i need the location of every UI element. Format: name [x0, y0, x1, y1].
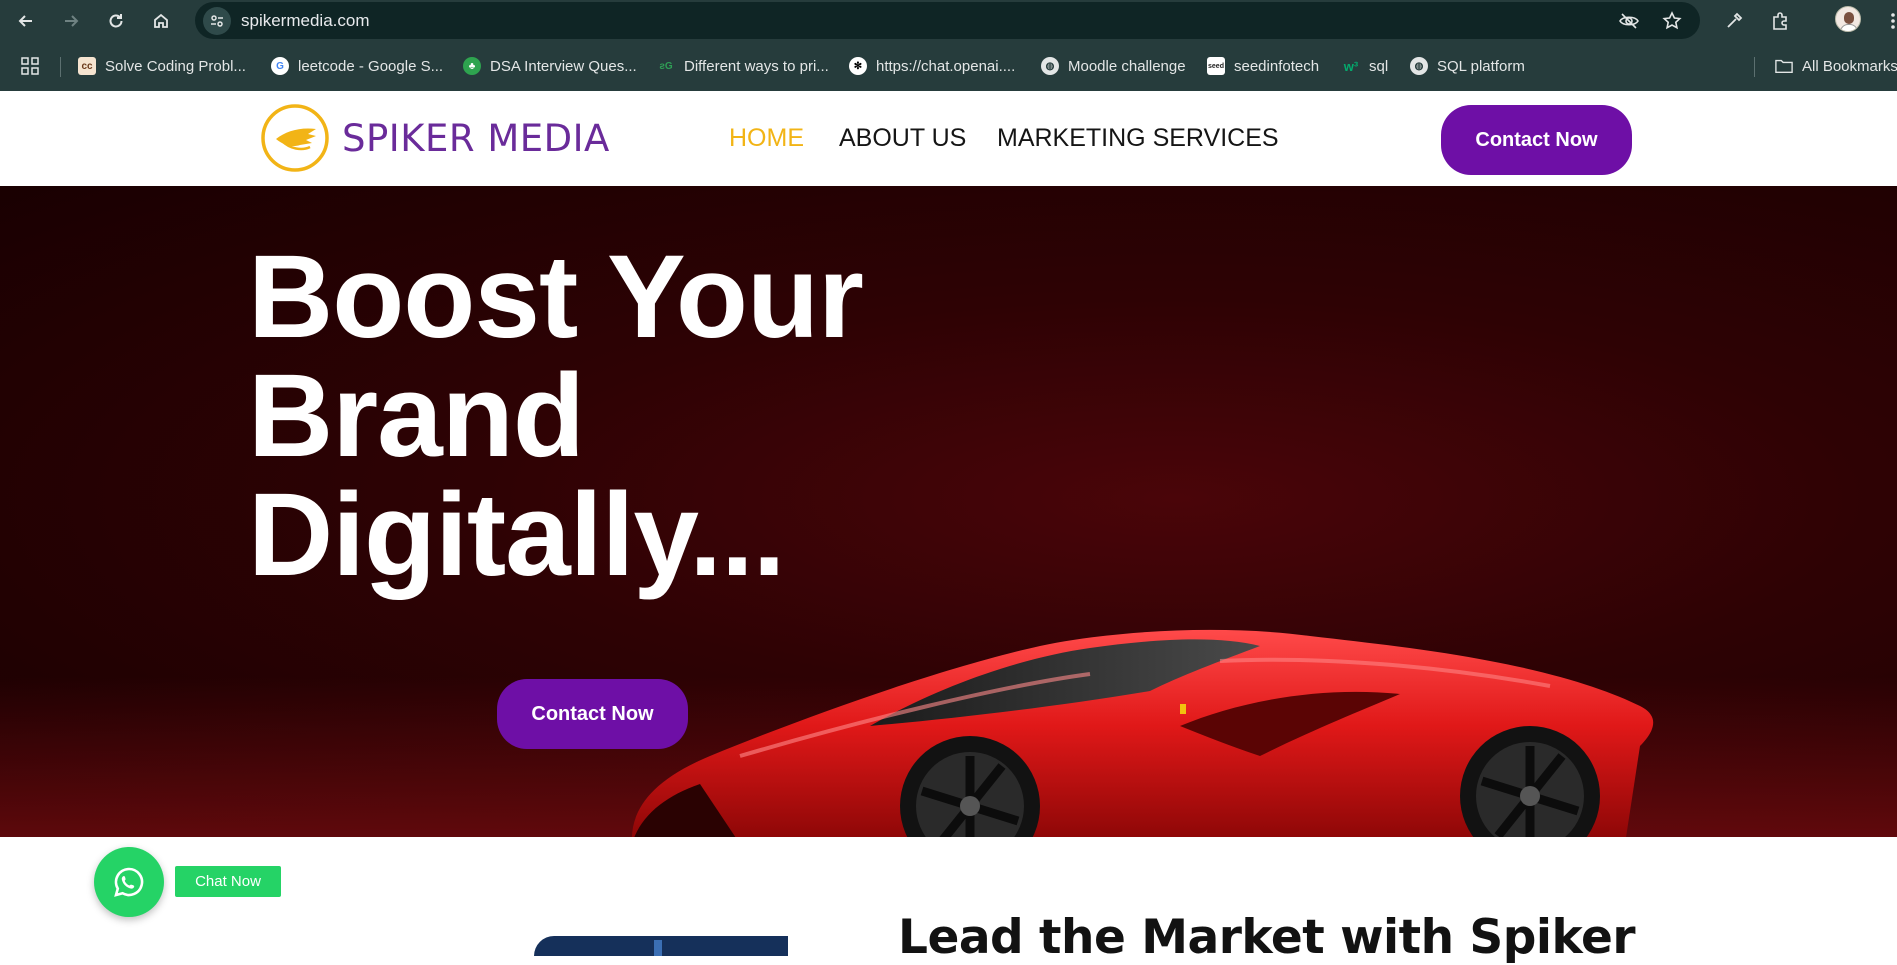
folder-icon — [1775, 57, 1793, 75]
profile-avatar[interactable] — [1835, 6, 1861, 32]
w3schools-icon: w³ — [1343, 58, 1359, 74]
eye-off-icon[interactable] — [1617, 10, 1641, 32]
eyedropper-icon[interactable] — [1721, 8, 1747, 34]
home-icon[interactable] — [146, 6, 176, 36]
nav-home[interactable]: HOME — [729, 124, 804, 153]
chat-now-label[interactable]: Chat Now — [175, 866, 281, 897]
hero-title-line: Brand — [248, 350, 585, 482]
codechef-icon: cc — [78, 57, 96, 75]
extensions-icon[interactable] — [1767, 8, 1793, 34]
header-contact-button[interactable]: Contact Now — [1441, 105, 1632, 175]
bookmark-item[interactable]: seed seedinfotech — [1207, 55, 1319, 77]
nav-about-us[interactable]: ABOUT US — [839, 124, 966, 153]
whatsapp-chat-button[interactable] — [94, 847, 164, 917]
nav-marketing-services[interactable]: MARKETING SERVICES — [997, 124, 1279, 153]
apps-grid-icon[interactable] — [20, 55, 40, 77]
reload-icon[interactable] — [101, 6, 131, 36]
google-icon: G — [271, 57, 289, 75]
red-sports-car-image — [631, 629, 1654, 837]
bookmark-item[interactable]: G leetcode - Google S... — [271, 55, 443, 77]
bookmark-item[interactable]: ƨG Different ways to pri... — [657, 55, 828, 77]
geeksforgeeks-icon: ƨG — [659, 60, 673, 72]
site-info-icon[interactable] — [203, 7, 231, 35]
bookmark-item[interactable]: ◍ SQL platform — [1410, 55, 1525, 77]
section-heading: Lead the Market with Spiker — [898, 910, 1636, 965]
bookmark-star-icon[interactable] — [1660, 10, 1684, 32]
bookmark-item[interactable]: w³ sql — [1342, 55, 1388, 77]
seed-icon: seed — [1207, 57, 1225, 75]
bookmarks-bar: cc Solve Coding Probl... G leetcode - Go… — [0, 41, 1897, 91]
spiker-logo-icon[interactable] — [260, 103, 330, 173]
hero-title-line: Digitally... — [248, 469, 786, 601]
logo-text[interactable]: SPIKER MEDIA — [342, 117, 610, 160]
hero-contact-button[interactable]: Contact Now — [497, 679, 688, 749]
site-header: SPIKER MEDIA HOME ABOUT US MARKETING SER… — [0, 91, 1897, 186]
hero-title: Boost Your Brand Digitally... — [248, 238, 948, 595]
all-bookmarks[interactable]: All Bookmarks — [1775, 55, 1897, 77]
openai-icon: ✻ — [849, 57, 867, 75]
globe-icon: ◍ — [1041, 57, 1059, 75]
bookmark-item[interactable]: cc Solve Coding Probl... — [78, 55, 246, 77]
url-text[interactable]: spikermedia.com — [241, 11, 370, 31]
bookmark-item[interactable]: ♣ DSA Interview Ques... — [463, 55, 637, 77]
whatsapp-icon — [114, 867, 144, 897]
forward-arrow-icon[interactable] — [56, 6, 86, 36]
back-arrow-icon[interactable] — [11, 6, 41, 36]
browser-toolbar: spikermedia.com — [0, 0, 1897, 41]
bookmark-item[interactable]: ◍ Moodle challenge — [1041, 55, 1186, 77]
globe-icon: ◍ — [1410, 57, 1428, 75]
hero-title-line: Boost Your — [248, 231, 864, 363]
bookmark-item[interactable]: ✻ https://chat.openai.... — [849, 55, 1015, 77]
section-preview-image — [534, 936, 788, 956]
hero-banner: Boost Your Brand Digitally... Contact No… — [0, 186, 1897, 837]
leaf-icon: ♣ — [463, 57, 481, 75]
address-bar[interactable]: spikermedia.com — [195, 2, 1700, 39]
menu-dots-icon[interactable] — [1880, 8, 1897, 34]
